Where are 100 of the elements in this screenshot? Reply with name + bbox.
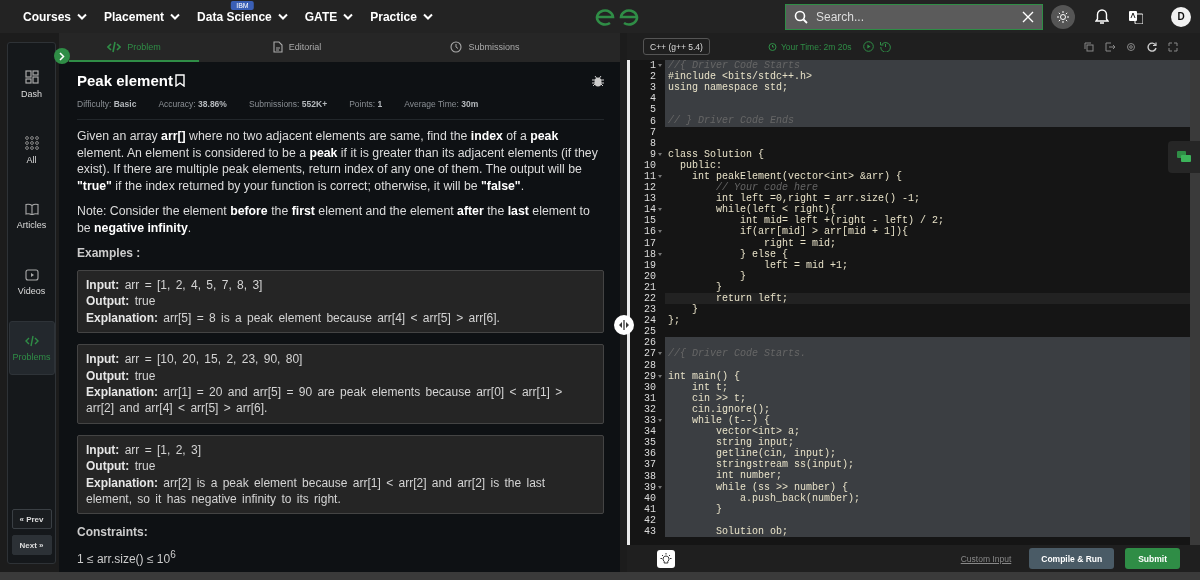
line-number: 5 (650, 104, 656, 116)
line-number: 3 (650, 82, 656, 94)
copy-icon[interactable] (1084, 41, 1094, 52)
chevron-right-icon (59, 51, 65, 61)
lightbulb-icon (660, 552, 672, 565)
code-line: #include <bits/stdc++.h> (668, 71, 813, 83)
nav-menu[interactable]: Courses (23, 9, 88, 24)
fold-arrow-icon[interactable] (658, 252, 662, 256)
line-number: 24 (644, 315, 656, 327)
constraints-heading: Constraints: (77, 525, 149, 540)
code-line: } (715, 281, 722, 293)
play-icon[interactable] (863, 41, 875, 52)
line-number: 30 (644, 381, 656, 393)
sidebar-item[interactable]: All (8, 123, 55, 177)
line-number: 15 (644, 215, 656, 227)
code-line: int t; (691, 381, 728, 393)
chevron-down-icon (343, 13, 354, 20)
nav-menu[interactable]: Placement (104, 9, 181, 24)
chat-button[interactable] (1168, 141, 1200, 173)
line-number: 33 (644, 415, 656, 427)
search-field[interactable]: Search... (785, 3, 1043, 30)
bell-icon[interactable] (1095, 8, 1109, 25)
nav-menu[interactable]: Practice (370, 9, 433, 24)
line-number: 19 (644, 259, 656, 271)
sidebar-item[interactable]: Dash (8, 57, 55, 111)
constraint-text: 1 ≤ arr.size() ≤ 10$^{6}$ (77, 549, 177, 567)
next-button[interactable]: Next » (11, 535, 52, 555)
close-icon[interactable] (1022, 10, 1034, 23)
line-number: 17 (644, 237, 656, 249)
fold-arrow-icon[interactable] (658, 208, 662, 212)
fold-arrow-icon[interactable] (658, 419, 662, 423)
line-number: 18 (644, 248, 656, 260)
code-line: while (ss >> number) { (715, 481, 849, 493)
sidebar-item[interactable]: Problems (8, 321, 55, 375)
fold-arrow-icon[interactable] (658, 352, 662, 356)
fold-arrow-icon[interactable] (658, 374, 662, 378)
example-line: Output: true (86, 293, 157, 310)
logo-icon[interactable] (595, 7, 639, 26)
code-line: cin.ignore(); (691, 403, 771, 415)
code-line: right = mid; (763, 237, 837, 249)
chevron-down-icon (422, 13, 433, 20)
nav-menu[interactable]: GATE (304, 9, 354, 24)
problem-stat: Accuracy: 38.86% (158, 99, 227, 109)
translate-icon[interactable] (1129, 9, 1143, 24)
settings-icon[interactable] (1126, 41, 1136, 52)
prev-button[interactable]: « Prev (11, 509, 52, 529)
fullscreen-icon[interactable] (1168, 41, 1178, 52)
line-number: 23 (644, 304, 656, 316)
line-number: 31 (644, 392, 656, 404)
sidebar-item[interactable]: Articles (8, 189, 55, 243)
hint-button[interactable] (657, 549, 675, 568)
line-number: 26 (644, 337, 656, 349)
custom-input-link[interactable]: Custom Input (954, 552, 1018, 565)
code-line: }; (668, 315, 680, 327)
fold-arrow-icon[interactable] (658, 152, 662, 156)
line-number: 16 (644, 226, 656, 238)
fold-arrow-icon[interactable] (658, 64, 662, 68)
line-number: 10 (644, 159, 656, 171)
line-number: 4 (650, 93, 656, 105)
example-line: Explanation: arr[5] = 8 is a peak element because arr[4] < arr[5] > arr[6]. (86, 309, 501, 327)
fold-arrow-icon[interactable] (658, 230, 662, 234)
bug-icon[interactable] (592, 74, 604, 87)
example-line: Input: arr = [10, 20, 15, 2, 23, 90, 80] (86, 351, 304, 368)
code-line: return left; (715, 292, 789, 304)
line-number: 43 (644, 526, 656, 537)
code-icon (107, 40, 122, 53)
theme-toggle[interactable] (1051, 4, 1075, 29)
tab[interactable]: Submissions (395, 33, 575, 62)
example-line: Explanation: arr[2] is a peak element because arr[1] < arr[2] and arr[2] is the last element, so it has negative infinity to its right. (86, 474, 547, 508)
code-line: int peakElement(vector<int> &arr) { (691, 170, 903, 182)
compile-run-button[interactable]: Compile & Run (1029, 548, 1115, 569)
problem-stat: Average Time: 30m (404, 99, 479, 109)
code-editor[interactable] (627, 60, 1200, 545)
code-line: int mid= left +(right - left) / 2; (740, 215, 945, 227)
export-icon[interactable] (1105, 41, 1115, 52)
user-avatar[interactable]: D (1171, 6, 1191, 27)
tab[interactable]: Editorial (207, 33, 387, 62)
reset-icon[interactable] (880, 41, 892, 52)
sidebar-item[interactable]: Videos (8, 255, 55, 309)
line-number: 2 (650, 71, 656, 83)
code-line: int main() { (668, 370, 740, 382)
fold-arrow-icon[interactable] (658, 175, 662, 178)
language-select[interactable]: C++ (g++ 5.4) (643, 38, 710, 55)
code-line: int number; (715, 470, 783, 482)
nav-menu[interactable]: Data Science (197, 9, 288, 24)
problem-stat: Points: 1 (349, 99, 383, 109)
example-line: Output: true (86, 367, 157, 385)
code-line: Solution ob; (715, 525, 789, 537)
line-number: 36 (644, 448, 656, 460)
code-line: while (t--) { (691, 415, 771, 426)
example-line: Input: arr = [1, 2, 4, 5, 7, 8, 3] (86, 277, 264, 294)
submit-button[interactable]: Submit (1125, 548, 1180, 569)
line-number: 11 (644, 171, 656, 182)
fold-arrow-icon[interactable] (658, 485, 662, 489)
refresh-icon[interactable] (1147, 41, 1157, 52)
book-icon (24, 202, 39, 215)
bookmark-icon[interactable] (174, 74, 185, 87)
timer-text: Your Time: 2m 20s (780, 41, 852, 52)
clock-icon (450, 40, 463, 53)
code-comment: // Your code here (715, 182, 819, 194)
